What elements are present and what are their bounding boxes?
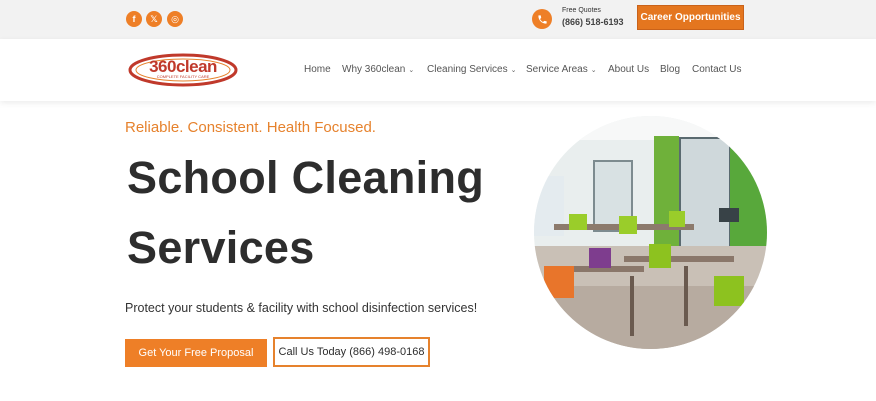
nav-blog[interactable]: Blog [660, 64, 680, 75]
phone-icon[interactable] [532, 9, 552, 29]
chevron-down-icon: ⌄ [590, 66, 597, 74]
nav-contact-us[interactable]: Contact Us [692, 64, 741, 75]
nav-about-us[interactable]: About Us [608, 64, 649, 75]
top-bar: f 𝕏 ◎ Free Quotes (866) 518-6193 Career … [0, 0, 876, 39]
nav-home[interactable]: Home [304, 64, 331, 75]
nav-cleaning-services[interactable]: Cleaning Services ⌄ [427, 64, 516, 75]
facebook-icon[interactable]: f [126, 11, 142, 27]
chevron-down-icon: ⌄ [510, 66, 517, 74]
get-free-proposal-button[interactable]: Get Your Free Proposal [125, 339, 267, 367]
nav-service-areas[interactable]: Service Areas ⌄ [526, 64, 597, 75]
nav-label: Contact Us [692, 64, 742, 75]
nav-label: Why 360clean [342, 64, 406, 75]
call-us-button[interactable]: Call Us Today (866) 498-0168 [273, 337, 430, 367]
instagram-icon[interactable]: ◎ [167, 11, 183, 27]
nav-why-360clean[interactable]: Why 360clean ⌄ [342, 64, 414, 75]
nav-label: About Us [608, 64, 650, 75]
chevron-down-icon: ⌄ [408, 66, 415, 74]
career-opportunities-button[interactable]: Career Opportunities [637, 5, 744, 30]
nav-label: Blog [660, 64, 681, 75]
hero-title-line1: School Cleaning [127, 152, 485, 203]
logo-tagline: COMPLETE FACILITY CARE [156, 74, 210, 79]
hero-subtitle: Protect your students & facility with sc… [125, 301, 478, 315]
free-quotes-phone[interactable]: (866) 518-6193 [562, 17, 624, 27]
360clean-logo[interactable]: 360clean COMPLETE FACILITY CARE [128, 53, 238, 87]
classroom-photo [534, 116, 767, 349]
hero-title-line2: Services [127, 222, 315, 273]
x-twitter-icon[interactable]: 𝕏 [146, 11, 162, 27]
nav-label: Service Areas [526, 64, 588, 75]
nav-label: Cleaning Services [427, 64, 508, 75]
hero-tagline: Reliable. Consistent. Health Focused. [125, 119, 376, 136]
nav-label: Home [304, 64, 331, 75]
free-quotes-label: Free Quotes [562, 7, 601, 14]
